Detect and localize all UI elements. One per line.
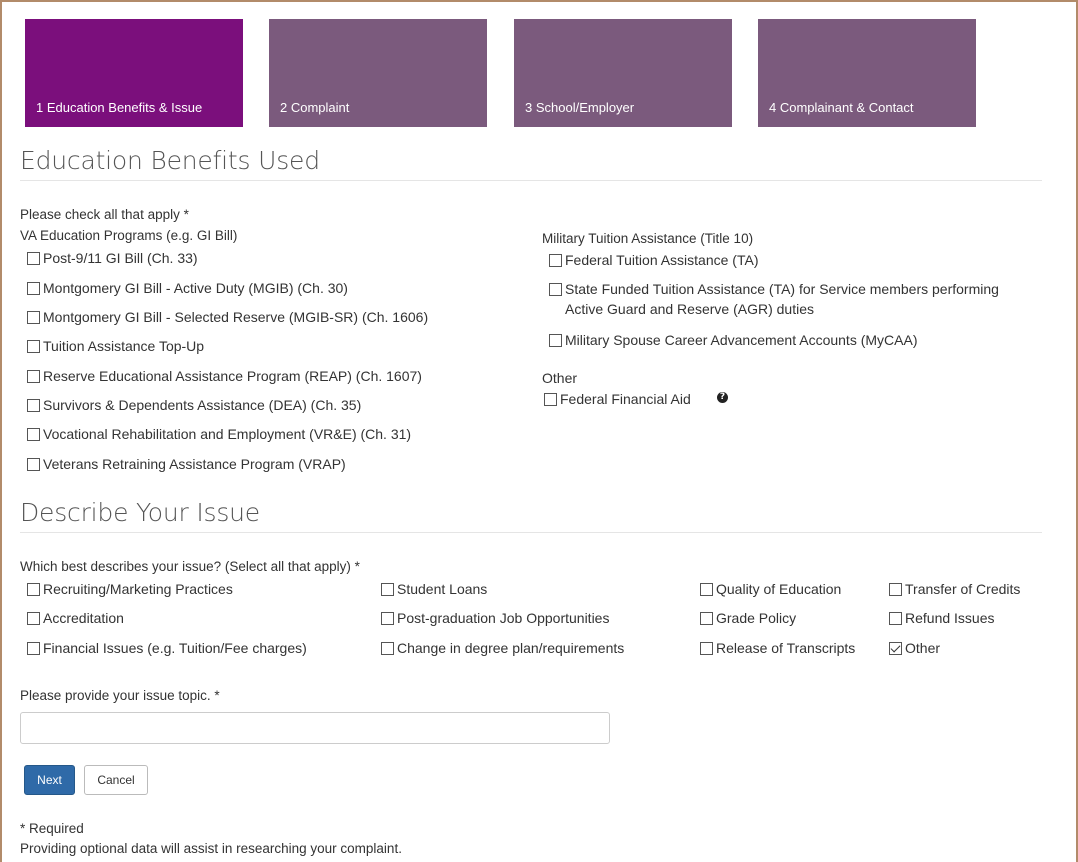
step-3-school-employer[interactable]: 3 School/Employer (514, 19, 732, 127)
checkbox-box[interactable] (889, 612, 902, 625)
step-label: 4 Complainant & Contact (769, 100, 914, 115)
checkbox-box[interactable] (27, 428, 40, 441)
checkbox-box[interactable] (27, 642, 40, 655)
checkbox-box[interactable] (700, 583, 713, 596)
checkbox-state-funded-ta[interactable]: State Funded Tuition Assistance (TA) for… (549, 280, 999, 318)
other-label: Other (542, 370, 578, 386)
checkbox-box[interactable] (27, 252, 40, 265)
checkbox-release-of-transcripts[interactable]: Release of Transcripts (700, 639, 855, 657)
military-ta-label: Military Tuition Assistance (Title 10) (542, 231, 754, 246)
checkbox-post-911-gi-bill[interactable]: Post-9/11 GI Bill (Ch. 33) (27, 249, 198, 267)
step-4-complainant-contact[interactable]: 4 Complainant & Contact (758, 19, 976, 127)
issue-topic-label: Please provide your issue topic. * (20, 688, 220, 703)
va-programs-label: VA Education Programs (e.g. GI Bill) (20, 228, 238, 243)
benefits-instruction: Please check all that apply * (20, 207, 189, 222)
checkbox-box[interactable] (549, 283, 562, 296)
checkbox-dea[interactable]: Survivors & Dependents Assistance (DEA) … (27, 396, 361, 414)
checkbox-box[interactable] (549, 254, 562, 267)
checkbox-student-loans[interactable]: Student Loans (381, 580, 487, 598)
cancel-button[interactable]: Cancel (84, 765, 148, 795)
issue-instruction: Which best describes your issue? (Select… (20, 559, 360, 574)
checkbox-change-degree-plan[interactable]: Change in degree plan/requirements (381, 639, 624, 657)
section-divider (20, 180, 1042, 181)
checkbox-accreditation[interactable]: Accreditation (27, 609, 124, 627)
state-ta-line-2: Active Guard and Reserve (AGR) duties (565, 301, 814, 317)
issue-topic-input[interactable] (20, 712, 610, 744)
step-label: 2 Complaint (280, 100, 350, 115)
checkbox-vre[interactable]: Vocational Rehabilitation and Employment… (27, 425, 411, 443)
checkbox-box[interactable] (549, 334, 562, 347)
optional-data-note: Providing optional data will assist in r… (20, 841, 402, 856)
checkbox-quality-of-education[interactable]: Quality of Education (700, 580, 841, 598)
step-1-education-benefits[interactable]: 1 Education Benefits & Issue (25, 19, 243, 127)
checkbox-mgib-active-duty[interactable]: Montgomery GI Bill - Active Duty (MGIB) … (27, 279, 348, 297)
checkbox-recruiting-marketing[interactable]: Recruiting/Marketing Practices (27, 580, 233, 598)
step-label: 1 Education Benefits & Issue (36, 100, 203, 115)
checkbox-vrap[interactable]: Veterans Retraining Assistance Program (… (27, 455, 346, 473)
checkbox-box[interactable] (27, 458, 40, 471)
checkbox-box[interactable] (700, 612, 713, 625)
checkbox-federal-financial-aid[interactable]: Federal Financial Aid (544, 390, 691, 408)
checkbox-grade-policy[interactable]: Grade Policy (700, 609, 796, 627)
checkbox-tuition-assistance-top-up[interactable]: Tuition Assistance Top-Up (27, 337, 204, 355)
checkbox-refund-issues[interactable]: Refund Issues (889, 609, 995, 627)
section-divider (20, 532, 1042, 533)
step-2-complaint[interactable]: 2 Complaint (269, 19, 487, 127)
checkbox-post-grad-job[interactable]: Post-graduation Job Opportunities (381, 609, 609, 627)
next-button[interactable]: Next (24, 765, 75, 795)
checkbox-box[interactable] (27, 583, 40, 596)
question-circle-icon[interactable]: ? (717, 392, 728, 403)
checkbox-box[interactable] (700, 642, 713, 655)
checkbox-box[interactable] (889, 583, 902, 596)
checkbox-mgib-selected-reserve[interactable]: Montgomery GI Bill - Selected Reserve (M… (27, 308, 428, 326)
required-note: * Required (20, 821, 84, 836)
checkbox-box[interactable] (27, 370, 40, 383)
checkbox-federal-ta[interactable]: Federal Tuition Assistance (TA) (549, 251, 758, 269)
checkbox-reap[interactable]: Reserve Educational Assistance Program (… (27, 367, 422, 385)
checkbox-financial-issues[interactable]: Financial Issues (e.g. Tuition/Fee charg… (27, 639, 307, 657)
checkbox-box[interactable] (27, 282, 40, 295)
checkbox-box[interactable] (27, 399, 40, 412)
checkbox-mycaa[interactable]: Military Spouse Career Advancement Accou… (549, 331, 917, 349)
checkbox-other-issue[interactable]: Other (889, 639, 940, 657)
section-heading-benefits: Education Benefits Used (20, 146, 320, 175)
section-heading-issue: Describe Your Issue (20, 498, 260, 527)
step-label: 3 School/Employer (525, 100, 635, 115)
checkbox-box[interactable] (27, 311, 40, 324)
checkbox-transfer-of-credits[interactable]: Transfer of Credits (889, 580, 1020, 598)
checkbox-box[interactable] (381, 583, 394, 596)
checkbox-box[interactable] (27, 340, 40, 353)
state-ta-line-1: State Funded Tuition Assistance (TA) for… (565, 281, 999, 297)
checkbox-box[interactable] (544, 393, 557, 406)
checkbox-box-checked[interactable] (889, 642, 902, 655)
checkbox-box[interactable] (381, 612, 394, 625)
checkbox-box[interactable] (27, 612, 40, 625)
checkbox-box[interactable] (381, 642, 394, 655)
